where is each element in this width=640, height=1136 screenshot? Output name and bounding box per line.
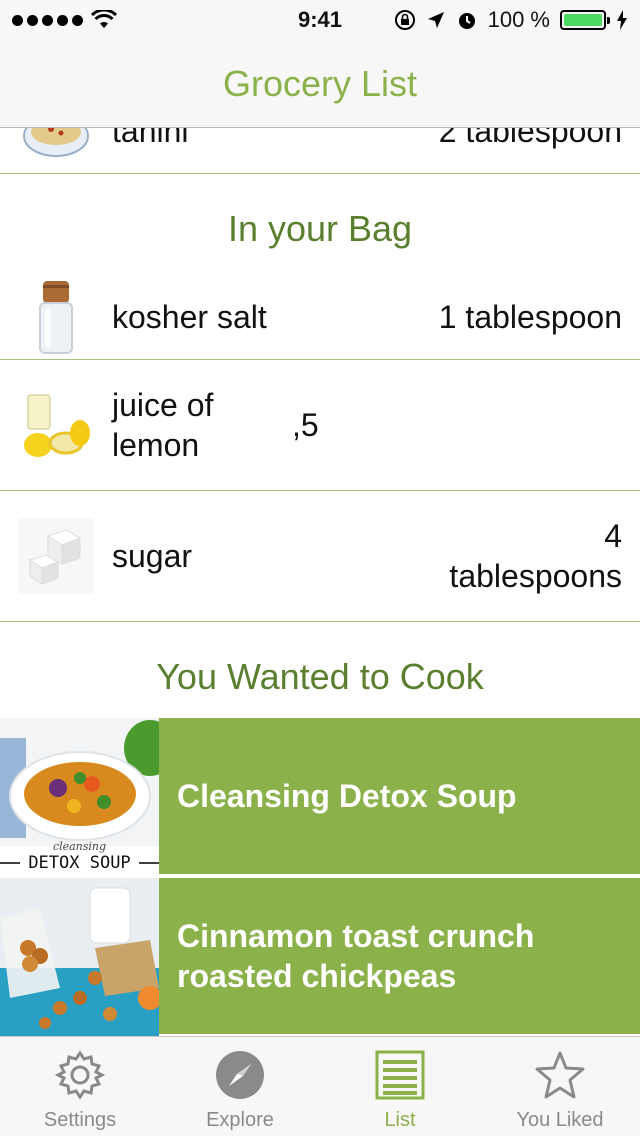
salt-shaker-image (16, 277, 96, 357)
signal-icon (12, 14, 83, 26)
battery-icon (560, 10, 610, 30)
star-icon (534, 1049, 586, 1101)
gear-icon (54, 1049, 106, 1101)
section-title-you-wanted-to-cook: You Wanted to Cook (156, 656, 484, 697)
tab-label: List (384, 1109, 416, 1131)
sugar-cubes-image (16, 516, 96, 596)
tab-list[interactable]: List (320, 1037, 480, 1136)
tab-explore[interactable]: Explore (160, 1037, 320, 1136)
grocery-list-content[interactable]: tahini 2 tablespoon In your Bag kosher s… (0, 128, 640, 1036)
alarm-icon (458, 13, 475, 29)
recipe-title: Cinnamon toast crunch roasted chickpeas (177, 918, 535, 994)
recipe-card-cinnamon-chickpeas[interactable]: Cinnamon toast crunch roasted chickpeas (0, 878, 640, 1036)
tab-you-liked[interactable]: You Liked (480, 1037, 640, 1136)
location-icon (427, 12, 444, 28)
item-quantity: 4 tablespoons (449, 518, 622, 594)
tahini-image (16, 128, 96, 171)
recipe-image-caption-script: cleansing (52, 840, 107, 853)
item-name: sugar (112, 538, 193, 574)
list-item-juice-of-lemon[interactable]: juice of lemon ,5 (0, 360, 640, 491)
item-name: tahini (112, 128, 189, 149)
list-icon (374, 1049, 426, 1101)
lemon-image (16, 385, 96, 465)
item-name: kosher salt (112, 298, 267, 335)
tab-label: Settings (43, 1109, 117, 1131)
item-quantity: 2 tablespoon (438, 128, 622, 149)
tab-bar: Settings Explore List You Liked (0, 1036, 640, 1136)
list-item-kosher-salt[interactable]: kosher salt 1 tablespoon (0, 274, 640, 360)
wifi-icon (91, 10, 117, 28)
list-item-tahini[interactable]: tahini 2 tablespoon (0, 128, 640, 174)
page-title: Grocery List (222, 62, 418, 104)
tab-settings[interactable]: Settings (0, 1037, 160, 1136)
recipe-image: cleansing DETOX SOUP (0, 718, 159, 876)
compass-icon (214, 1049, 266, 1101)
recipe-card-cleansing-detox-soup[interactable]: cleansing DETOX SOUP Cleansing Detox Sou… (0, 718, 640, 876)
recipe-image-caption: DETOX SOUP (28, 853, 131, 873)
rotation-lock-icon (394, 10, 415, 30)
tab-label: Explore (206, 1109, 274, 1131)
status-bar: 9:41 100 % (0, 0, 640, 40)
item-name: juice of lemon (112, 387, 214, 463)
navigation-bar: Grocery List (0, 40, 640, 128)
recipe-title: Cleansing Detox Soup (177, 778, 517, 814)
item-quantity: 1 tablespoon (438, 298, 622, 335)
list-item-sugar[interactable]: sugar 4 tablespoons (0, 491, 640, 622)
recipe-image (0, 878, 159, 1036)
tab-label: You Liked (516, 1109, 604, 1131)
item-quantity: ,5 (292, 407, 319, 443)
charging-icon (617, 10, 627, 30)
battery-percent: 100 % (487, 7, 550, 32)
section-title-in-your-bag: In your Bag (227, 208, 413, 249)
